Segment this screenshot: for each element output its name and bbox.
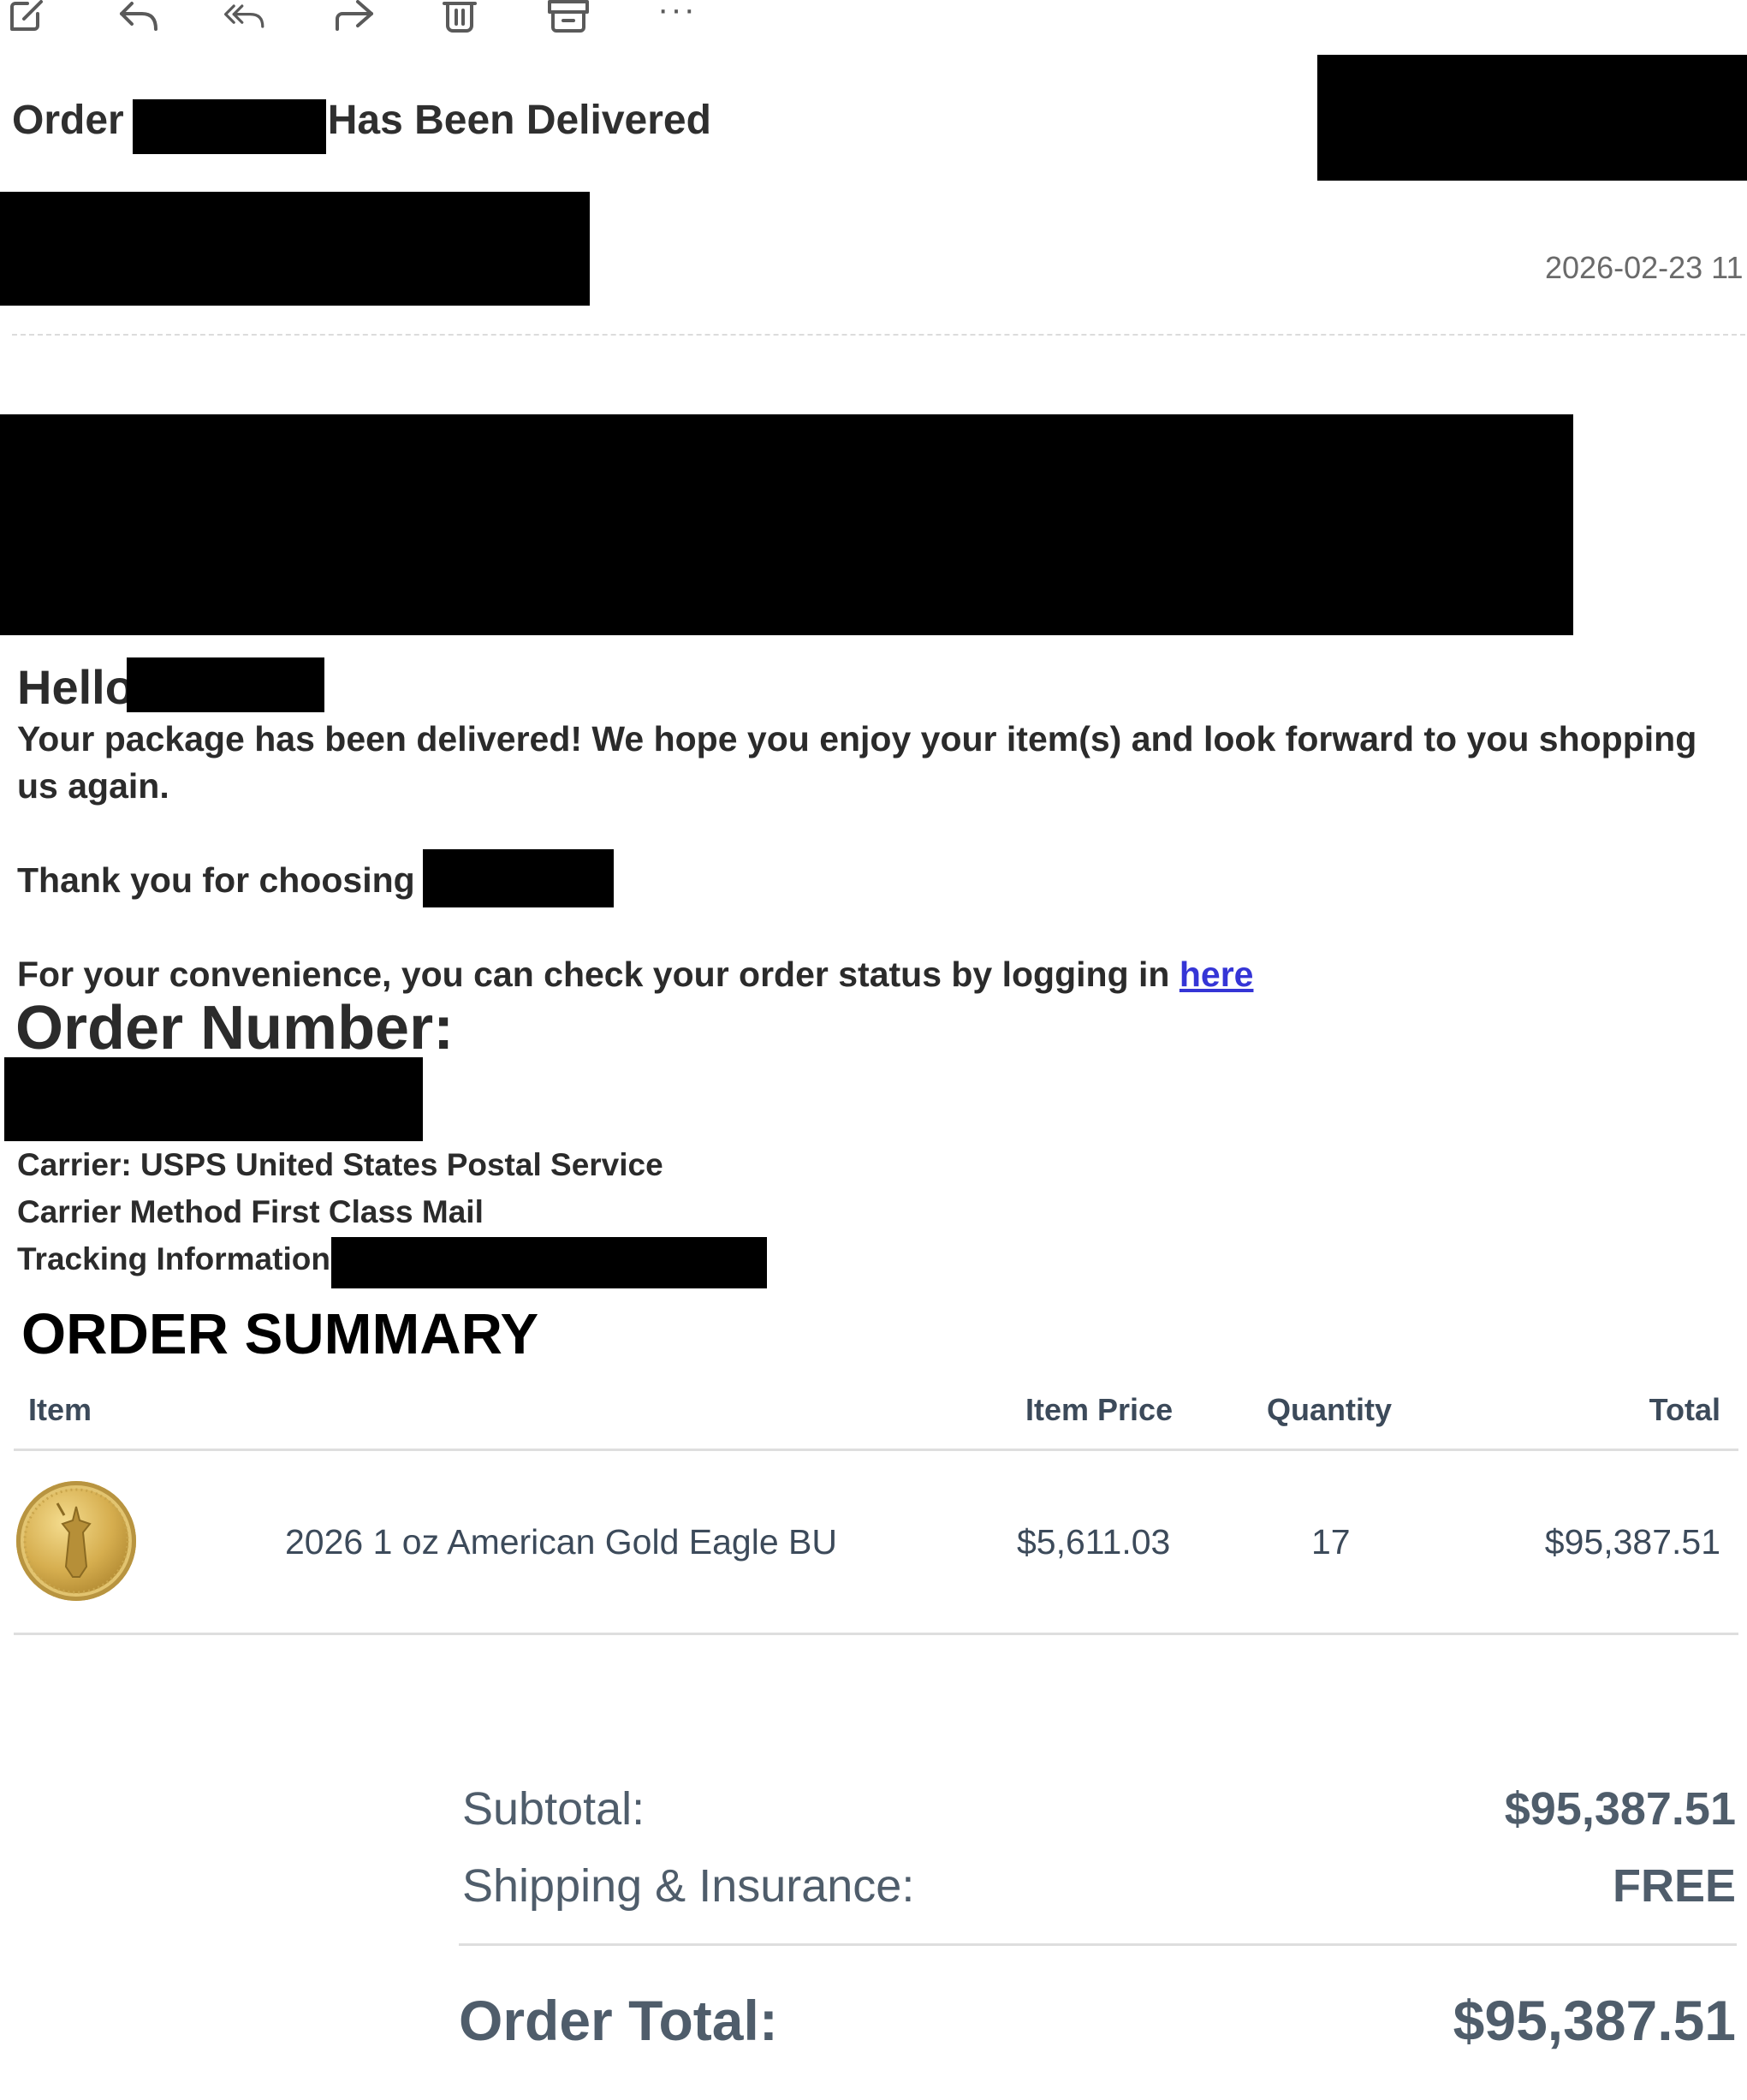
header-divider [12,334,1745,336]
convenience-text: For your convenience, you can check your… [17,955,1180,994]
delivered-message-line-2: us again. [17,766,169,806]
tracking-label: Tracking Information: [17,1241,342,1276]
subtotal-label: Subtotal: [462,1783,645,1835]
item-quantity: 17 [1311,1522,1351,1562]
forward-icon[interactable] [334,0,377,33]
totals-divider [459,1943,1737,1946]
column-header-total: Total [1649,1392,1720,1427]
redacted-recipient [1317,55,1747,181]
column-header-quantity: Quantity [1267,1392,1393,1427]
shipping-label: Shipping & Insurance: [462,1860,915,1912]
greeting: Hello [17,660,134,714]
subject-prefix: Order [12,98,124,143]
delivered-message-line-1: Your package has been delivered! We hope… [17,719,1697,758]
reply-icon[interactable] [118,0,161,33]
column-header-item-price: Item Price [1025,1392,1174,1427]
gold-eagle-coin-image [16,1481,136,1601]
redacted-sender [0,192,590,306]
order-status-text: For your convenience, you can check your… [17,955,1253,995]
delete-icon[interactable] [441,0,484,33]
redacted-order-number [4,1057,423,1141]
shipping-value: FREE [1612,1860,1736,1912]
redacted-tracking-number [331,1237,767,1288]
compose-icon[interactable] [9,0,51,33]
subject-suffix: Has Been Delivered [327,98,711,143]
more-options-icon[interactable]: ··· [657,0,695,27]
reply-all-icon[interactable] [224,0,267,33]
redacted-order-id [133,99,326,154]
email-timestamp: 2026-02-23 11 [1545,250,1744,285]
order-summary-title: ORDER SUMMARY [21,1302,539,1366]
carrier-text: Carrier: USPS United States Postal Servi… [17,1147,663,1182]
order-total-label: Order Total: [459,1989,778,2052]
email-subject: Order Has Been Delivered [12,97,711,144]
carrier-method-text: Carrier Method First Class Mail [17,1194,484,1229]
table-header-divider [14,1449,1738,1451]
thank-you-text: Thank you for choosing [17,860,415,900]
item-price: $5,611.03 [1017,1522,1171,1562]
table-row-divider [14,1633,1738,1635]
order-status-link[interactable]: here [1180,955,1254,994]
column-header-item: Item [28,1392,92,1427]
redacted-store-name [423,849,614,907]
item-name: 2026 1 oz American Gold Eagle BU [285,1522,837,1562]
redacted-banner [0,414,1573,635]
redacted-customer-name [127,657,324,712]
order-number-label: Order Number: [15,994,455,1062]
item-total: $95,387.51 [1544,1522,1720,1562]
order-total-value: $95,387.51 [1453,1989,1736,2052]
subtotal-value: $95,387.51 [1504,1783,1736,1835]
message-toolbar: ··· [0,0,753,34]
archive-icon[interactable] [548,0,591,33]
